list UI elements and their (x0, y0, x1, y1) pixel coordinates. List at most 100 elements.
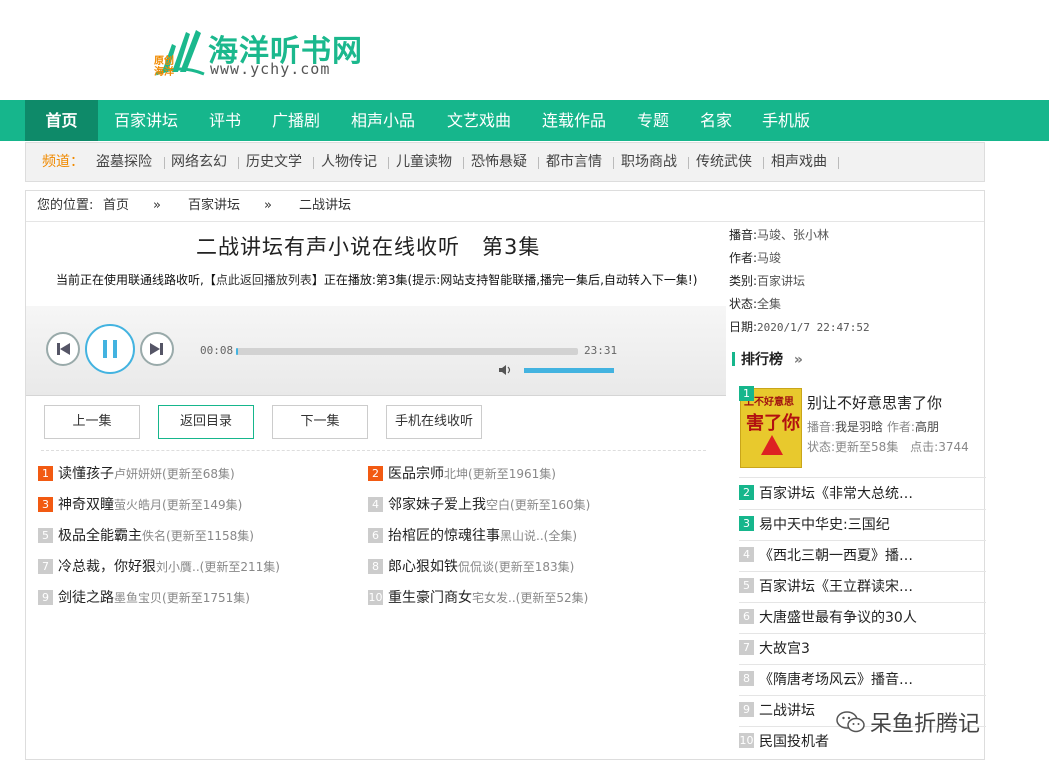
nav-mobile[interactable]: 手机版 (752, 100, 820, 141)
book-title[interactable]: 冷总裁，你好狠 (58, 559, 156, 575)
notice-text: 】正在播放:第3集(提示:网站支持智能联播,播完一集后,自动转入下一集!) (311, 273, 698, 287)
back-to-list-link[interactable]: 点此返回播放列表 (216, 273, 312, 287)
info-value[interactable]: 马竣、张小林 (757, 228, 829, 242)
logo-url: www.ychy.com (210, 60, 331, 78)
pause-icon (103, 340, 117, 358)
rank-top-title[interactable]: 别让不好意思害了你 (807, 392, 942, 413)
book-title[interactable]: 医品宗师 (388, 466, 444, 482)
list-item[interactable]: 4 邻家妹子爱上我空白(更新至160集) (368, 494, 590, 514)
volume-icon[interactable] (498, 363, 514, 377)
channel-item[interactable]: 相声戏曲 (771, 143, 827, 181)
book-title[interactable]: 邻家妹子爱上我 (388, 497, 486, 513)
channel-item[interactable]: 盗墓探险 (96, 143, 152, 181)
channel-divider (838, 157, 839, 169)
update-status: (更新至68集) (162, 467, 235, 481)
book-title[interactable]: 剑徒之路 (58, 590, 114, 606)
mobile-listen-button[interactable]: 手机在线收听 (386, 405, 482, 439)
channel-item[interactable]: 传统武侠 (696, 143, 752, 181)
channel-item[interactable]: 网络玄幻 (171, 143, 227, 181)
channel-item[interactable]: 人物传记 (321, 143, 377, 181)
list-item[interactable]: 6 抬棺匠的惊魂往事黑山说..(全集) (368, 525, 577, 545)
nav-pingshu[interactable]: 评书 (196, 100, 254, 141)
list-item[interactable]: 5 极品全能霸主佚名(更新至1158集) (38, 525, 254, 545)
channel-item[interactable]: 儿童读物 (396, 143, 452, 181)
nav-opera[interactable]: 文艺戏曲 (436, 100, 522, 141)
breadcrumb-current[interactable]: 二战讲坛 (299, 191, 351, 221)
breadcrumb-category[interactable]: 百家讲坛 (188, 191, 240, 221)
rank-title[interactable]: 大故宫3 (759, 641, 810, 657)
content-panel: 您的位置: 首页 » 百家讲坛 » 二战讲坛 二战讲坛有声小说在线收听 第3集 … (25, 190, 986, 760)
rank-title[interactable]: 民国投机者 (759, 734, 829, 750)
channel-divider (313, 157, 314, 169)
book-title[interactable]: 抬棺匠的惊魂往事 (388, 528, 500, 544)
meta-key: 播音: (807, 420, 836, 434)
rank-number: 4 (368, 497, 383, 512)
info-value: 全集 (757, 297, 782, 311)
next-track-button[interactable] (140, 332, 174, 366)
volume-slider[interactable] (524, 368, 614, 373)
progress-bar[interactable] (236, 348, 578, 355)
channel-item[interactable]: 恐怖悬疑 (471, 143, 527, 181)
pause-button[interactable] (85, 324, 135, 374)
prev-episode-button[interactable]: 上一集 (44, 405, 140, 439)
list-item[interactable]: 9 剑徒之路墨鱼宝贝(更新至1751集) (38, 587, 250, 607)
book-title[interactable]: 读懂孩子 (58, 466, 114, 482)
channel-item[interactable]: 职场商战 (621, 143, 677, 181)
rank-top-item[interactable]: 上不好意思 害了你 1 别让不好意思害了你 播音:我是羽晗 作者:高朋 状态:更… (739, 386, 989, 474)
nav-serial[interactable]: 连载作品 (531, 100, 617, 141)
list-item[interactable]: 3 神奇双瞳萤火皓月(更新至149集) (38, 494, 242, 514)
list-item[interactable]: 1 读懂孩子卢妍妍妍(更新至68集) (38, 463, 235, 483)
list-item[interactable]: 2 医品宗师北坤(更新至1961集) (368, 463, 556, 483)
nav-baijia[interactable]: 百家讲坛 (103, 100, 189, 141)
rank-item[interactable]: 8 《隋唐考场风云》播音… (739, 665, 986, 696)
previous-track-button[interactable] (46, 332, 80, 366)
info-value[interactable]: 百家讲坛 (757, 274, 805, 288)
rank-item[interactable]: 5 百家讲坛《王立群读宋… (739, 572, 986, 603)
book-title[interactable]: 神奇双瞳 (58, 497, 114, 513)
breadcrumb-home[interactable]: 首页 (103, 191, 129, 221)
rank-title[interactable]: 《西北三朝一西夏》播… (759, 548, 913, 564)
rank-title[interactable]: 百家讲坛《王立群读宋… (759, 579, 913, 595)
rank-title[interactable]: 大唐盛世最有争议的30人 (759, 610, 917, 626)
book-title[interactable]: 极品全能霸主 (58, 528, 142, 544)
more-arrow-icon[interactable]: » (794, 352, 803, 368)
rank-title[interactable]: 易中天中华史:三国纪 (759, 517, 890, 533)
logo-tag-ocean: 海洋 (154, 67, 174, 78)
book-title[interactable]: 郎心狠如铁 (388, 559, 458, 575)
nav-radio-drama[interactable]: 广播剧 (262, 100, 330, 141)
breadcrumb-prefix: 您的位置: (37, 198, 94, 213)
rank-number: 6 (368, 528, 383, 543)
rank-item[interactable]: 2 百家讲坛《非常大总统… (739, 479, 986, 510)
update-status: (更新至1158集) (166, 529, 254, 543)
back-to-list-button[interactable]: 返回目录 (158, 405, 254, 439)
nav-home[interactable]: 首页 (25, 100, 98, 141)
rank-number: 4 (739, 547, 754, 562)
info-value[interactable]: 马竣 (757, 251, 781, 265)
update-status: (更新至183集) (494, 560, 575, 574)
book-title[interactable]: 重生豪门商女 (388, 590, 472, 606)
rank-item[interactable]: 3 易中天中华史:三国纪 (739, 510, 986, 541)
section-divider (41, 450, 706, 451)
book-author: 宅女发.. (472, 591, 516, 605)
list-item[interactable]: 10 重生豪门商女宅女发..(更新至52集) (368, 587, 588, 607)
rank-number: 1 (739, 386, 754, 401)
list-item[interactable]: 8 郎心狠如铁侃侃谈(更新至183集) (368, 556, 574, 576)
nav-crosstalk[interactable]: 相声小品 (340, 100, 426, 141)
book-author: 侃侃谈 (458, 560, 495, 574)
site-logo[interactable]: 原创 海洋 海洋听书网 www.ychy.com (152, 24, 382, 84)
channel-item[interactable]: 都市言情 (546, 143, 602, 181)
rank-item[interactable]: 6 大唐盛世最有争议的30人 (739, 603, 986, 634)
channel-item[interactable]: 历史文学 (246, 143, 302, 181)
nav-famous[interactable]: 名家 (689, 100, 743, 141)
rank-item[interactable]: 4 《西北三朝一西夏》播… (739, 541, 986, 572)
rank-title[interactable]: 百家讲坛《非常大总统… (759, 486, 913, 502)
main-nav: 首页 百家讲坛 评书 广播剧 相声小品 文艺戏曲 连载作品 专题 名家 手机版 (0, 100, 1049, 141)
rank-title[interactable]: 二战讲坛 (759, 703, 815, 719)
next-episode-button[interactable]: 下一集 (272, 405, 368, 439)
rank-title[interactable]: 《隋唐考场风云》播音… (759, 672, 913, 688)
list-item[interactable]: 7 冷总裁，你好狠刘小贋..(更新至211集) (38, 556, 280, 576)
nav-topics[interactable]: 专题 (626, 100, 680, 141)
meta-key: 作者: (886, 420, 915, 434)
rank-item[interactable]: 7 大故宫3 (739, 634, 986, 665)
info-key: 播音: (729, 228, 758, 242)
